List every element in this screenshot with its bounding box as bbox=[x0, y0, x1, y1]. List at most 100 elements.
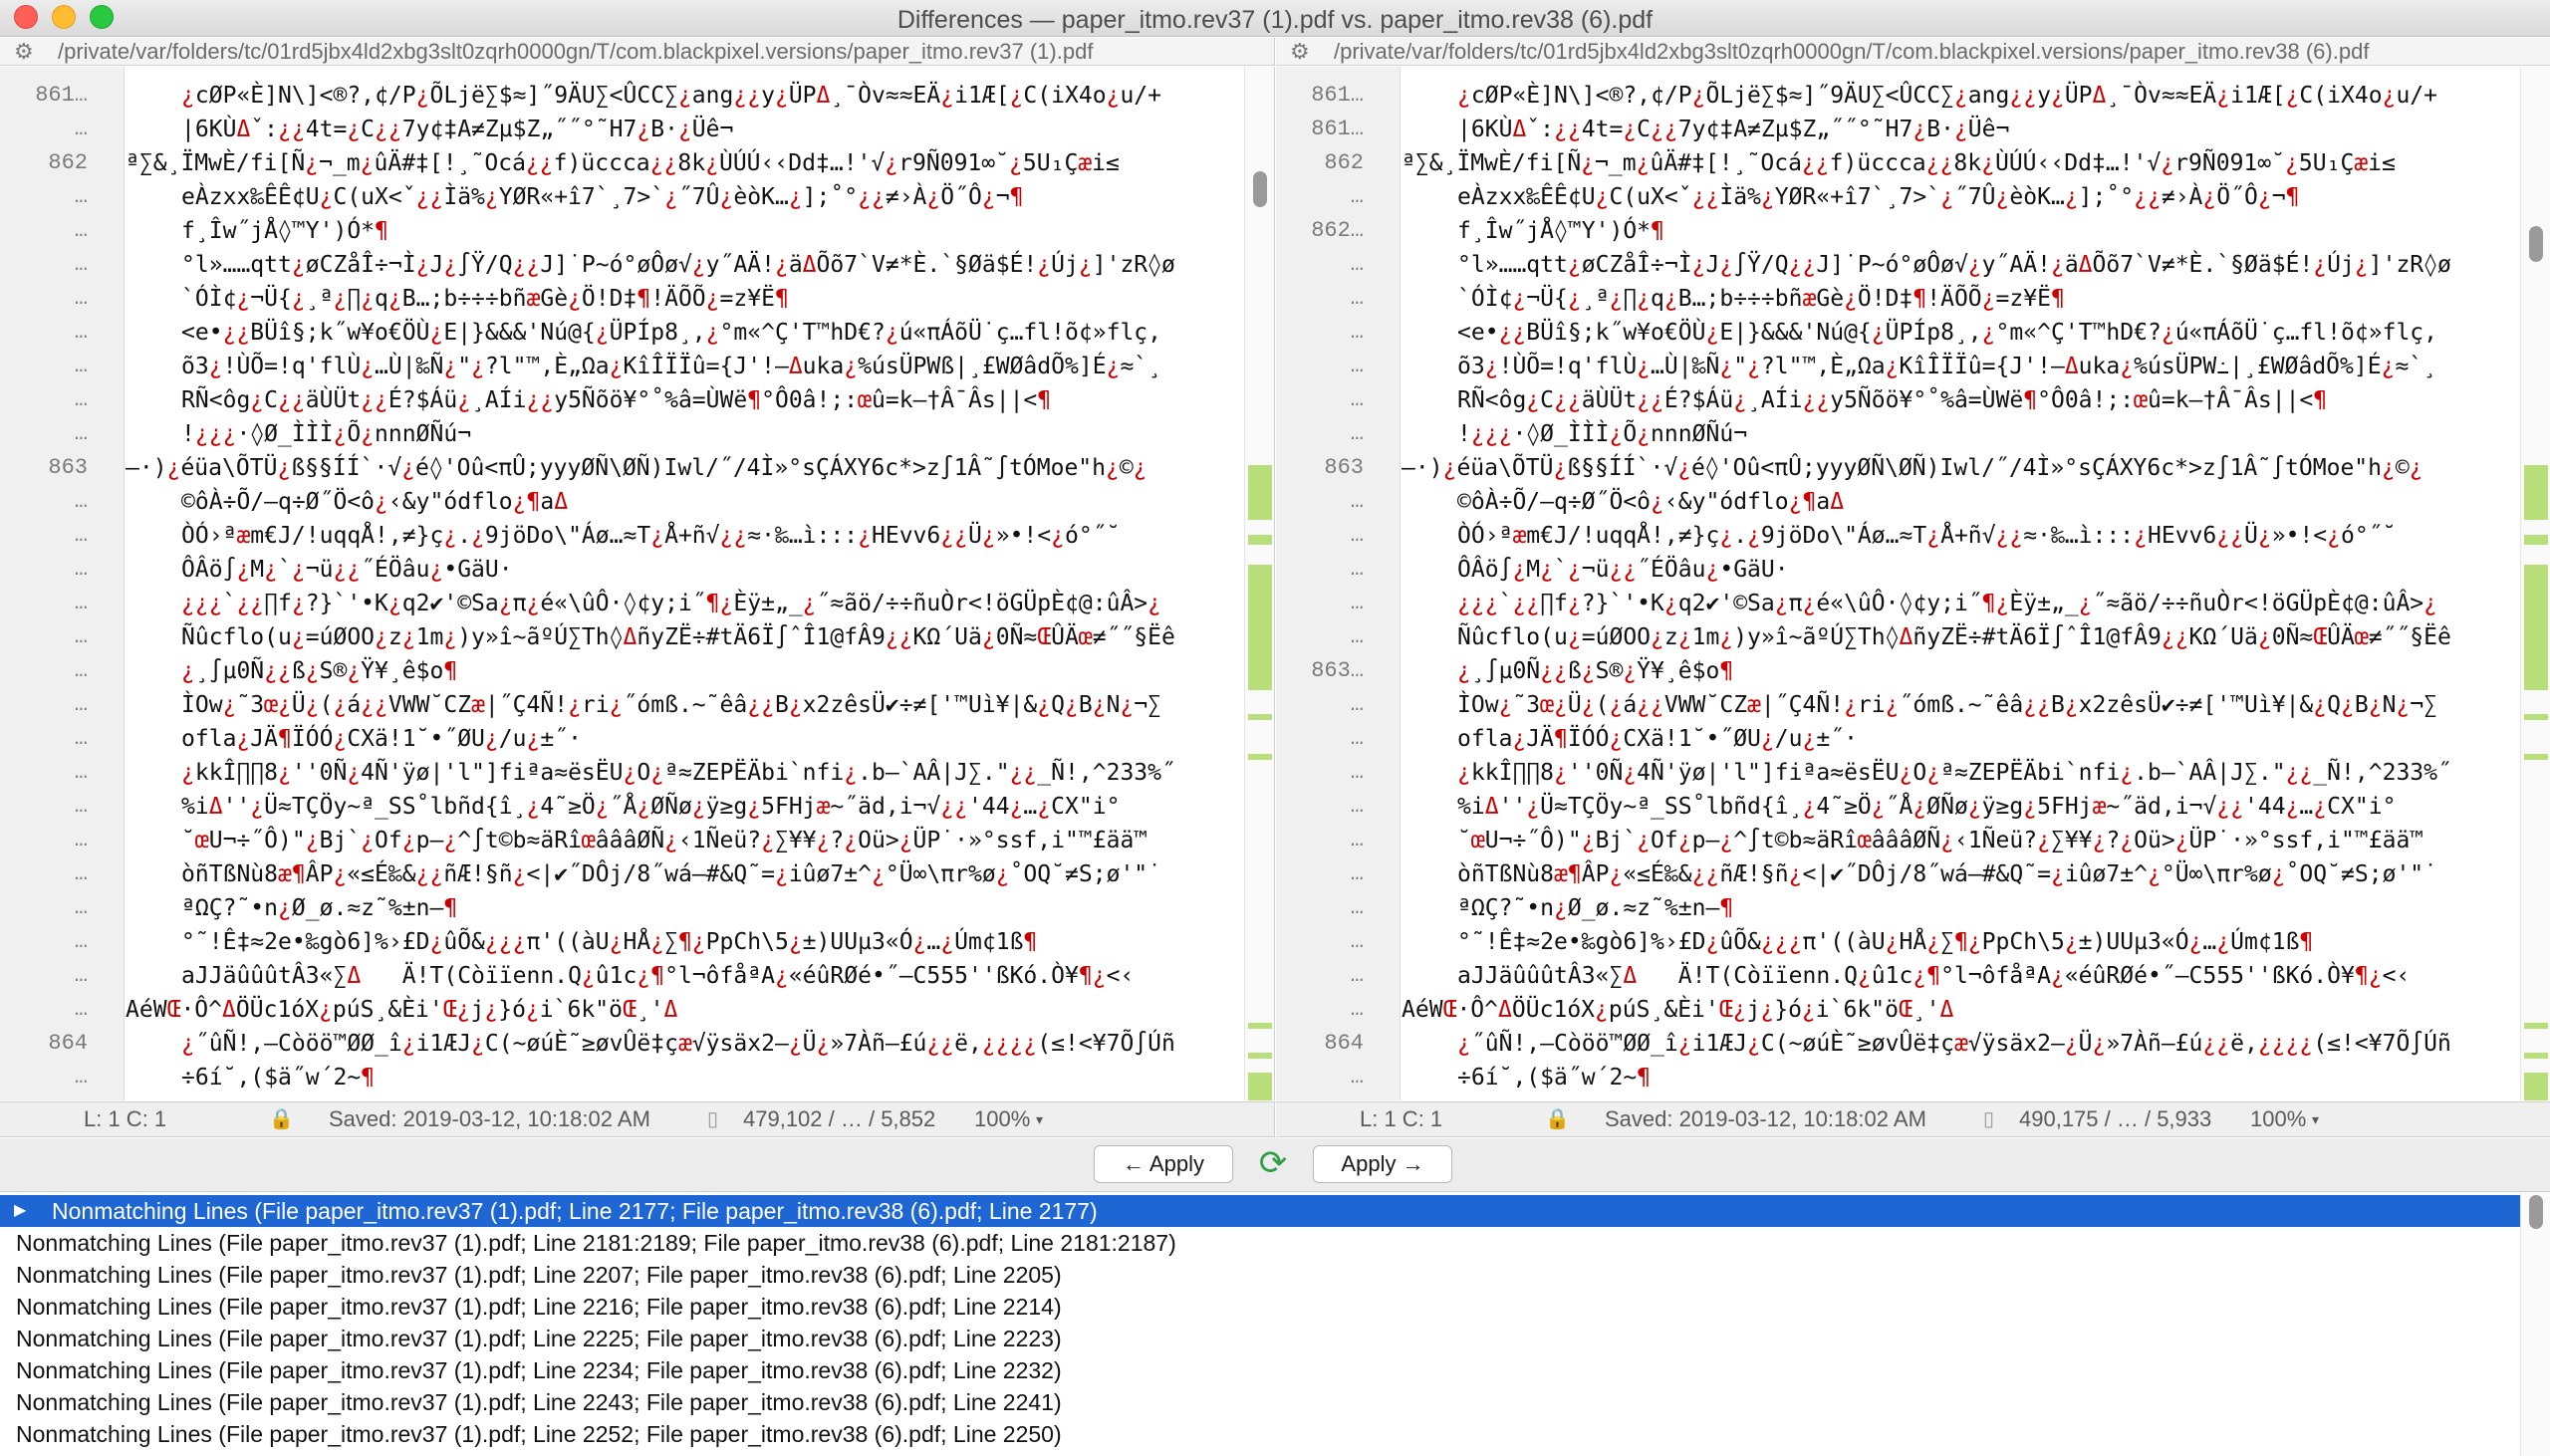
difference-row[interactable]: Nonmatching Lines (File paper_itmo.rev37… bbox=[0, 1323, 2520, 1354]
change-marker[interactable] bbox=[2524, 1073, 2548, 1100]
right-scroll-thumb[interactable] bbox=[2529, 226, 2543, 262]
code-line[interactable]: `ÓÌ¢¿¬Ü{¿¸ª¿∏¿q¿B…;b÷÷÷bñæGè¿Ö!D‡¶!ÄÕÕ¿=… bbox=[126, 282, 1244, 316]
difference-row[interactable]: Nonmatching Lines (File paper_itmo.rev37… bbox=[0, 1418, 2520, 1450]
change-marker[interactable] bbox=[1248, 565, 1272, 684]
change-marker[interactable] bbox=[2524, 684, 2548, 690]
apply-left-button[interactable]: ← Apply bbox=[1094, 1145, 1233, 1183]
code-line[interactable]: ÌOw¿˜3œ¿Ü¿(¿á¿¿VWW˘CZæ|˝Ç4Ñ!¿ri¿˝ómß.~˜ê… bbox=[1402, 688, 2520, 722]
chevron-down-icon[interactable]: ▾ bbox=[2312, 1102, 2319, 1136]
code-line[interactable]: AéWŒ·Ô^ΔÖÜc1óX¿púS¸&Èi'Œ¿j¿}ó¿i`6k"öŒ¸'Δ bbox=[1402, 993, 2520, 1027]
code-line[interactable]: ÒÓ›ªæm€J/!uqqÅ!,≠}ç¿.¿9jöDo\"Áø…≈T¿Å+ñ√¿… bbox=[126, 519, 1244, 553]
code-line[interactable]: –·)¿éüa\ÕTÜ¿ß§§ÍÍ`·√¿é◊'Oû<πÛ;yyyØÑ\ØÑ)I… bbox=[1402, 451, 2520, 485]
code-line[interactable]: ÒÓ›ªæm€J/!uqqÅ!,≠}ç¿.¿9jöDo\"Áø…≈T¿Å+ñ√¿… bbox=[1402, 519, 2520, 553]
left-code-area[interactable]: ¿cØP«È]N\]<®?,¢/P¿ÕLjë∑$≈]˝9ÄU∑<ÛCC∑¿ang… bbox=[126, 67, 1244, 1100]
differences-scrollbar[interactable] bbox=[2520, 1193, 2550, 1456]
zoom-level[interactable]: 100% bbox=[974, 1102, 1030, 1136]
code-line[interactable]: ª∑&¸ÏMwÈ/fi[Ñ¿¬_m¿ûÄ#‡[!¸˜Ocá¿¿f)ücccа¿¿… bbox=[126, 146, 1244, 180]
code-line[interactable]: õ3¿!ÙÕ=!q'flÙ¿…Ù|‰Ñ¿"¿?l"™,È„Ωa¿KîÎÏÏû={… bbox=[126, 350, 1244, 383]
code-line[interactable]: ÌOw¿˜3œ¿Ü¿(¿á¿¿VWW˘CZæ|˝Ç4Ñ!¿ri¿˝ómß.~˜ê… bbox=[126, 688, 1244, 722]
code-line[interactable]: %iΔ''¿Ü≈TÇÖy~ª_SS˚lbñd{î¸¿4˜≥Ö¿˝Å¿ØÑø¿ÿ≥… bbox=[126, 790, 1244, 824]
left-editor-pane[interactable]: 861… … 862 … … … … … … … … 863 … … … … … … … … … … … … … … … … 864 … …… bbox=[0, 67, 1275, 1100]
code-line[interactable]: ÷6í˘,($ä˝w´2~¶ bbox=[1402, 1061, 2520, 1094]
change-marker[interactable] bbox=[2524, 754, 2548, 760]
code-line[interactable]: ¿¿¿`¿¿∏f¿?}`'•K¿q2✔'©Sa¿π¿é«\ûÔ·◊¢y;i˝¶¿… bbox=[1402, 587, 2520, 620]
change-marker[interactable] bbox=[2524, 1053, 2548, 1059]
code-line[interactable]: ˘œU¬÷˝Ô)"¿Bj`¿Of¿p–¿^∫t©b≈äRîœâââØÑ¿‹1Ñe… bbox=[126, 824, 1244, 857]
right-vertical-scrollbar[interactable] bbox=[2520, 67, 2550, 1100]
code-line[interactable]: f¸Îw˝jÅ◊™Y')Ó*¶ bbox=[1402, 214, 2520, 248]
change-marker[interactable] bbox=[1248, 684, 1272, 690]
change-marker[interactable] bbox=[2524, 565, 2548, 684]
code-line[interactable]: °˜!Ê‡≈2e•‰gò6]%›£D¿ûÕ&¿¿¿π'((àU¿HÅ¿∑¶¿Pp… bbox=[126, 925, 1244, 959]
code-line[interactable]: !¿¿¿·◊Ø_ÌÌÌ¿Õ¿nnnØÑú¬ bbox=[1402, 417, 2520, 451]
code-line[interactable]: ¿kkÎ∏∏8¿''0Ñ¿4Ñ'ÿø|'l"]fiªa≈ësËU¿O¿ª≈ZEP… bbox=[1402, 756, 2520, 790]
code-line[interactable]: ¿¸∫µ0Ñ¿¿ß¿S®¿Ÿ¥¸ê$o¶ bbox=[126, 654, 1244, 688]
code-line[interactable]: ¿¿¿`¿¿∏f¿?}`'•K¿q2✔'©Sa¿π¿é«\ûÔ·◊¢y;i˝¶¿… bbox=[126, 587, 1244, 620]
code-line[interactable]: ÔÂö∫¿M¿`¿¬ü¿¿˝ÉÖâu¿•GäU· bbox=[126, 553, 1244, 587]
code-line[interactable]: `ÓÌ¢¿¬Ü{¿¸ª¿∏¿q¿B…;b÷÷÷bñæGè¿Ö!D‡¶!ÄÕÕ¿=… bbox=[1402, 282, 2520, 316]
code-line[interactable]: õ3¿!ÙÕ=!q'flÙ¿…Ù|‰Ñ¿"¿?l"™,È„Ωa¿KîÎÏÏû={… bbox=[1402, 350, 2520, 383]
gear-icon[interactable]: ⚙ bbox=[14, 38, 34, 65]
refresh-icon[interactable]: ⟳ bbox=[1257, 1146, 1289, 1180]
difference-row[interactable]: Nonmatching Lines (File paper_itmo.rev37… bbox=[0, 1386, 2520, 1418]
lock-icon[interactable]: 🔒 bbox=[1545, 1102, 1570, 1136]
left-vertical-scrollbar[interactable] bbox=[1244, 67, 1274, 1100]
code-line[interactable]: òñTßNù8æ¶ÂP¿«≤É‰&¿¿ñÆ!§ñ¿<|✔˝DÔj/8˝wá–#&… bbox=[126, 857, 1244, 891]
code-line[interactable]: ¿¸∫µ0Ñ¿¿ß¿S®¿Ÿ¥¸ê$o¶ bbox=[1402, 654, 2520, 688]
code-line[interactable]: |6KÙΔˇ:¿¿4t=¿C¿¿7y¢‡A≠Zµ$Z„˝˝°˜H7¿B·¿Üê¬ bbox=[1402, 113, 2520, 146]
change-marker[interactable] bbox=[1248, 754, 1272, 760]
code-line[interactable]: RÑ<ôg¿C¿¿äÙÜt¿¿É?$Áü¿¸AÍi¿¿y5Ñõö¥°˚%â=ÙW… bbox=[1402, 383, 2520, 417]
code-line[interactable]: ÔÂö∫¿M¿`¿¬ü¿¿˝ÉÖâu¿•GäU· bbox=[1402, 553, 2520, 587]
code-line[interactable]: f¸Îw˝jÅ◊™Y')Ó*¶ bbox=[126, 214, 1244, 248]
difference-row[interactable]: Nonmatching Lines (File paper_itmo.rev37… bbox=[0, 1354, 2520, 1386]
code-line[interactable]: Ñûcflo(u¿=úØOO¿z¿1m¿)y»î~ãºÚ∑Th◊ΔñyZË÷#t… bbox=[1402, 620, 2520, 654]
change-marker[interactable] bbox=[1248, 1053, 1272, 1059]
zoom-level[interactable]: 100% bbox=[2250, 1102, 2306, 1136]
code-line[interactable]: –·)¿éüa\ÕTÜ¿ß§§ÍÍ`·√¿é◊'Oû<πÛ;yyyØÑ\ØÑ)I… bbox=[126, 451, 1244, 485]
code-line[interactable]: °l»……qtt¿øCZåÎ÷¬Ì¿J¿∫Ÿ/Q¿¿J]˙P~ó°øÔø√¿y˝… bbox=[126, 248, 1244, 282]
change-marker[interactable] bbox=[1248, 714, 1272, 720]
code-line[interactable]: ªΩÇ?˜•n¿Ø_ø.≈z˜%±n–¶ bbox=[126, 891, 1244, 925]
code-line[interactable]: %iΔ''¿Ü≈TÇÖy~ª_SS˚lbñd{î¸¿4˜≥Ö¿˝Å¿ØÑø¿ÿ≥… bbox=[1402, 790, 2520, 824]
code-line[interactable]: AéWŒ·Ô^ΔÖÜc1óX¿púS¸&Èi'Œ¿j¿}ó¿i`6k"öŒ¸'Δ bbox=[126, 993, 1244, 1027]
code-line[interactable]: <e•¿¿BÜî§;k˝w¥o€ÖÙ¿E|}&&&'Nú@{¿ÜPÍp8¸,¿°… bbox=[1402, 316, 2520, 350]
code-line[interactable]: ofla¿JÄ¶ÏÓÓ¿CXä!1˘•˝ØU¿/u¿±˝· bbox=[1402, 722, 2520, 756]
right-editor-pane[interactable]: 861… 861… 862… 862………………… 863…………… 863…………………… bbox=[1276, 67, 2550, 1100]
difference-row[interactable]: Nonmatching Lines (File paper_itmo.rev37… bbox=[0, 1291, 2520, 1323]
differences-list[interactable]: ▶ Nonmatching Lines (File paper_itmo.rev3… bbox=[0, 1193, 2550, 1456]
code-line[interactable]: <e•¿¿BÜî§;k˝w¥o€ÖÙ¿E|}&&&'Nú@{¿ÜPÍp8¸,¿°… bbox=[126, 316, 1244, 350]
code-line[interactable]: °l»……qtt¿øCZåÎ÷¬Ì¿J¿∫Ÿ/Q¿¿J]˙P~ó°øÔø√¿y˝… bbox=[1402, 248, 2520, 282]
right-code-area[interactable]: ¿cØP«È]N\]<®?,¢/P¿ÕLjë∑$≈]˝9ÄU∑<ÛCC∑¿ang… bbox=[1402, 67, 2520, 1100]
change-marker[interactable] bbox=[2524, 465, 2548, 520]
change-marker[interactable] bbox=[2524, 535, 2548, 545]
code-line[interactable]: ¿˝ûÑ!,–Còöö™ØØ_î¿i1ÆJ¿C(~øúÈ˜≥øvÛë‡çæ√ÿs… bbox=[1402, 1027, 2520, 1061]
left-scroll-thumb[interactable] bbox=[1253, 171, 1267, 207]
code-line[interactable]: eÀzxx‰ÊÊ¢U¿C(uX<ˇ¿¿Ìä%¿YØR«+î7`¸7>`¿˝7Û¿… bbox=[126, 180, 1244, 214]
difference-row[interactable]: ▶ Nonmatching Lines (File paper_itmo.rev3… bbox=[0, 1195, 2520, 1227]
apply-right-button[interactable]: Apply → bbox=[1313, 1145, 1452, 1183]
code-line[interactable]: eÀzxx‰ÊÊ¢U¿C(uX<ˇ¿¿Ìä%¿YØR«+î7`¸7>`¿˝7Û¿… bbox=[1402, 180, 2520, 214]
code-line[interactable]: ©ôÀ÷Õ/–q÷Ø˝Ö<ô¿‹&y"ódflo¿¶aΔ bbox=[126, 485, 1244, 519]
change-marker[interactable] bbox=[1248, 1073, 1272, 1100]
code-line[interactable]: ¿cØP«È]N\]<®?,¢/P¿ÕLjë∑$≈]˝9ÄU∑<ÛCC∑¿ang… bbox=[126, 79, 1244, 113]
lock-icon[interactable]: 🔒 bbox=[269, 1102, 294, 1136]
code-line[interactable]: °˜!Ê‡≈2e•‰gò6]%›£D¿ûÕ&¿¿¿π'((àU¿HÅ¿∑¶¿Pp… bbox=[1402, 925, 2520, 959]
code-line[interactable]: aJJäûûûtÂ3«∑Δ Ä!T(Còïïenn.Q¿û1c¿¶°l¬ôfåª… bbox=[1402, 959, 2520, 993]
difference-row[interactable]: Nonmatching Lines (File paper_itmo.rev37… bbox=[0, 1227, 2520, 1259]
code-line[interactable]: aJJäûûûtÂ3«∑Δ Ä!T(Còïïenn.Q¿û1c¿¶°l¬ôfåª… bbox=[126, 959, 1244, 993]
code-line[interactable]: ¿kkÎ∏∏8¿''0Ñ¿4Ñ'ÿø|'l"]fiªa≈ësËU¿O¿ª≈ZEP… bbox=[126, 756, 1244, 790]
code-line[interactable]: Ñûcflo(u¿=úØOO¿z¿1m¿)y»î~ãºÚ∑Th◊ΔñyZË÷#t… bbox=[126, 620, 1244, 654]
code-line[interactable]: ªΩÇ?˜•n¿Ø_ø.≈z˜%±n–¶ bbox=[1402, 891, 2520, 925]
code-line[interactable]: ©ôÀ÷Õ/–q÷Ø˝Ö<ô¿‹&y"ódflo¿¶aΔ bbox=[1402, 485, 2520, 519]
code-line[interactable]: RÑ<ôg¿C¿¿äÙÜt¿¿É?$Áü¿¸AÍi¿¿y5Ñõö¥°˚%â=ÙW… bbox=[126, 383, 1244, 417]
chevron-down-icon[interactable]: ▾ bbox=[1036, 1102, 1043, 1136]
difference-row[interactable]: Nonmatching Lines (File paper_itmo.rev37… bbox=[0, 1259, 2520, 1291]
code-line[interactable]: ª∑&¸ÏMwÈ/fi[Ñ¿¬_m¿ûÄ#‡[!¸˜Ocá¿¿f)ücccа¿¿… bbox=[1402, 146, 2520, 180]
code-line[interactable]: !¿¿¿·◊Ø_ÌÌÌ¿Õ¿nnnØÑú¬ bbox=[126, 417, 1244, 451]
code-line[interactable]: ofla¿JÄ¶ÏÓÓ¿CXä!1˘•˝ØU¿/u¿±˝· bbox=[126, 722, 1244, 756]
disclosure-triangle-icon[interactable]: ▶ bbox=[14, 1195, 26, 1227]
code-line[interactable]: òñTßNù8æ¶ÂP¿«≤É‰&¿¿ñÆ!§ñ¿<|✔˝DÔj/8˝wá–#&… bbox=[1402, 857, 2520, 891]
change-marker[interactable] bbox=[2524, 714, 2548, 720]
change-marker[interactable] bbox=[1248, 465, 1272, 520]
code-line[interactable]: |6KÙΔˇ:¿¿4t=¿C¿¿7y¢‡A≠Zµ$Z„˝˝°˜H7¿B·¿Üê¬ bbox=[126, 113, 1244, 146]
